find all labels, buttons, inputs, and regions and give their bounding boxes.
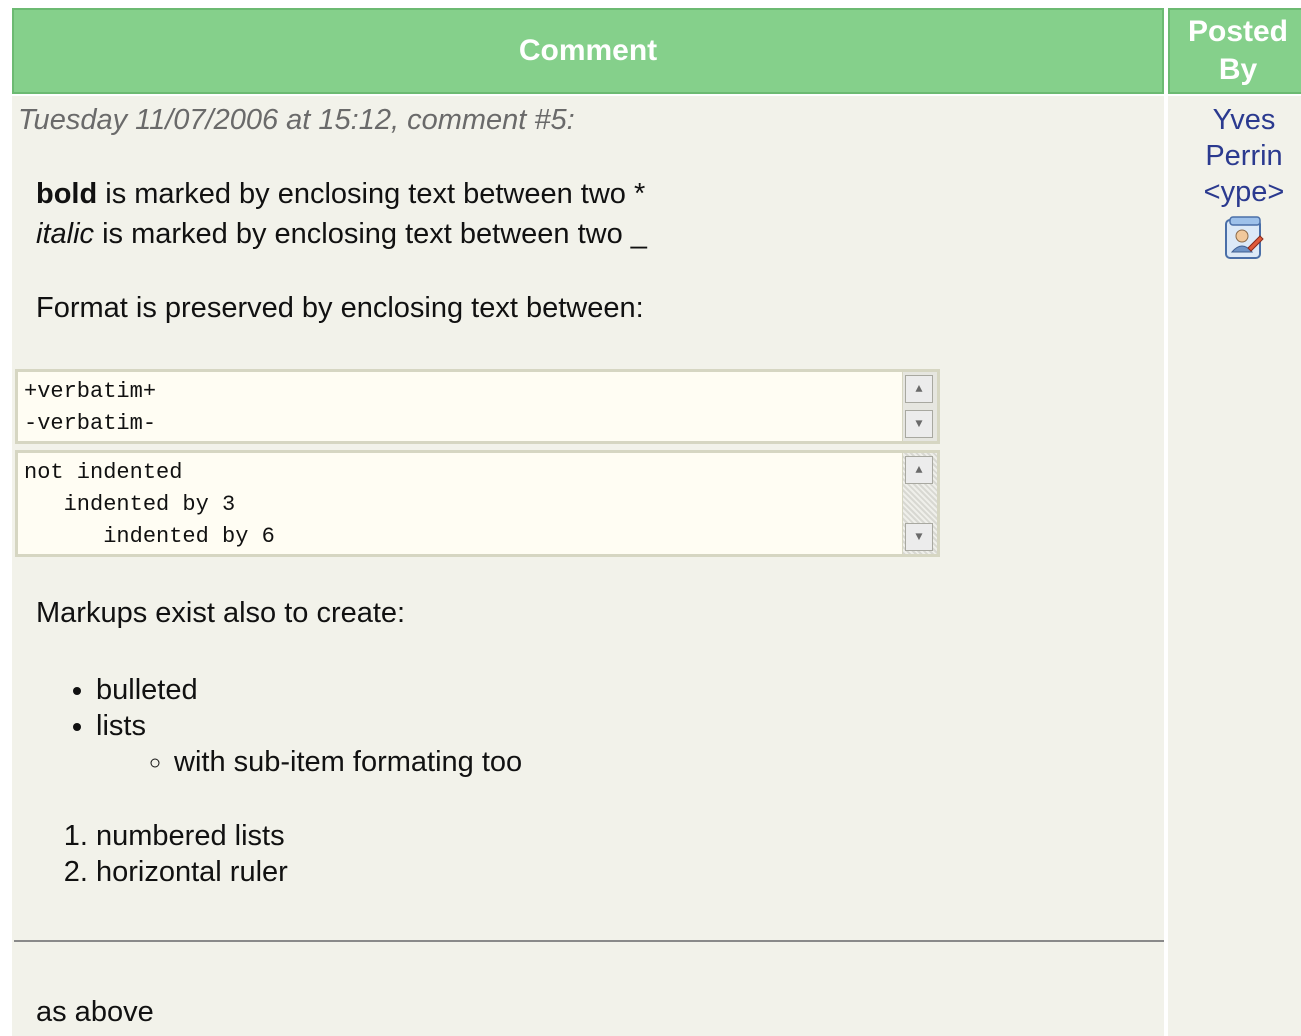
verbatim-code-box[interactable]: +verbatim+ -verbatim- ▲ ▼ [15, 369, 940, 444]
indented-code-text: not indented indented by 3 indented by 6 [24, 460, 275, 549]
after-rule-text: as above [36, 996, 154, 1028]
list-item: bulleted [96, 672, 522, 708]
author-last-name[interactable]: Perrin [1168, 138, 1301, 174]
scroll-up-arrow-icon[interactable]: ▲ [905, 375, 933, 403]
list-item: lists with sub-item formating too [96, 708, 522, 780]
author-handle[interactable]: <ype> [1168, 174, 1301, 210]
author-link[interactable]: Yves Perrin <ype> [1168, 102, 1301, 210]
list-item: horizontal ruler [96, 854, 288, 890]
bulleted-list: bulleted lists with sub-item formating t… [44, 672, 522, 780]
comment-meta: Tuesday 11/07/2006 at 15:12, comment #5: [18, 104, 575, 136]
list-item: numbered lists [96, 818, 288, 854]
markups-description: Markups exist also to create: [36, 597, 406, 629]
sub-bulleted-list: with sub-item formating too [96, 744, 522, 780]
scroll-up-arrow-icon[interactable]: ▲ [905, 456, 933, 484]
contact-card-icon[interactable] [1220, 214, 1268, 262]
bold-description-line: bold is marked by enclosing text between… [36, 178, 646, 210]
author-first-name[interactable]: Yves [1168, 102, 1301, 138]
numbered-list: numbered lists horizontal ruler [44, 818, 288, 890]
posted-by-column-header: Posted By [1168, 8, 1301, 94]
bold-example: bold [36, 178, 98, 210]
format-description: Format is preserved by enclosing text be… [36, 292, 644, 324]
list-item: with sub-item formating too [174, 744, 522, 780]
horizontal-rule [14, 940, 1164, 942]
italic-example: italic [36, 218, 95, 250]
italic-description-line: italic is marked by enclosing text betwe… [36, 218, 647, 250]
comment-header-label: Comment [518, 34, 658, 67]
comment-column-header: Comment [12, 8, 1164, 94]
verbatim-code-text: +verbatim+ -verbatim- [24, 379, 157, 436]
indented-code-box[interactable]: not indented indented by 3 indented by 6… [15, 450, 940, 557]
verbatim-box-scrollbar[interactable]: ▲ ▼ [902, 372, 937, 441]
scroll-down-arrow-icon[interactable]: ▼ [905, 410, 933, 438]
indented-box-scrollbar[interactable]: ▲ ▼ [902, 453, 937, 554]
scroll-down-arrow-icon[interactable]: ▼ [905, 523, 933, 551]
posted-by-header-label: Posted By [1187, 15, 1289, 86]
